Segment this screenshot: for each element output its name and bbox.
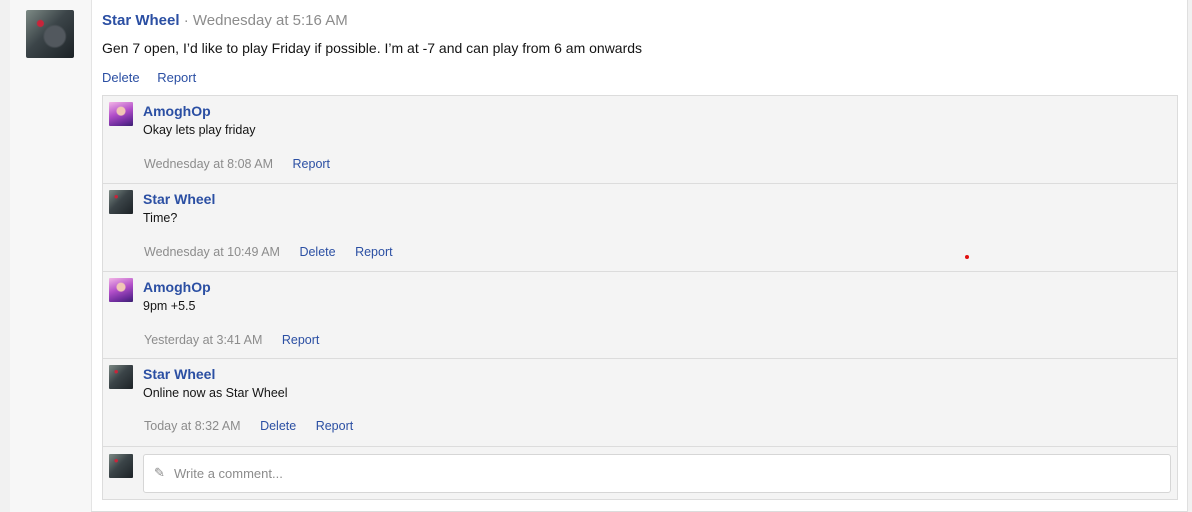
comment-item: Star Wheel Time? Wednesday at 10:49 AM D… <box>103 184 1177 272</box>
post-report-link[interactable]: Report <box>157 70 196 85</box>
comment-timestamp[interactable]: Wednesday at 8:08 AM <box>144 157 273 171</box>
avatar[interactable] <box>109 102 133 126</box>
comment-text: Okay lets play friday <box>143 123 256 137</box>
comment-input[interactable]: ✎ Write a comment... <box>143 454 1171 493</box>
avatar[interactable] <box>109 365 133 389</box>
post-timestamp[interactable]: Wednesday at 5:16 AM <box>193 12 348 29</box>
comment-text: Time? <box>143 211 178 225</box>
comment-meta: Today at 8:32 AM Delete Report <box>144 419 369 433</box>
comment-item: Star Wheel Online now as Star Wheel Toda… <box>103 359 1177 447</box>
right-scrollbar[interactable] <box>1187 0 1192 512</box>
comment-author-link[interactable]: Star Wheel <box>143 366 215 382</box>
post-author-avatar[interactable] <box>26 10 74 58</box>
comment-author-link[interactable]: AmoghOp <box>143 103 211 119</box>
comment-timestamp[interactable]: Yesterday at 3:41 AM <box>144 333 262 347</box>
post-avatar-column <box>10 0 92 512</box>
comment-report-link[interactable]: Report <box>355 245 393 259</box>
current-user-avatar <box>109 454 133 478</box>
post-author-link[interactable]: Star Wheel <box>102 12 180 29</box>
comment-delete-link[interactable]: Delete <box>299 245 335 259</box>
comment-item: AmoghOp 9pm +5.5 Yesterday at 3:41 AM Re… <box>103 272 1177 359</box>
comment-text: 9pm +5.5 <box>143 299 196 313</box>
comment-author-link[interactable]: Star Wheel <box>143 191 215 207</box>
comment-meta: Wednesday at 8:08 AM Report <box>144 157 346 171</box>
post-header: Star Wheel · Wednesday at 5:16 AM <box>102 12 348 29</box>
avatar[interactable] <box>109 278 133 302</box>
comment-author-link[interactable]: AmoghOp <box>143 279 211 295</box>
comment-item: AmoghOp Okay lets play friday Wednesday … <box>103 96 1177 184</box>
comment-timestamp[interactable]: Wednesday at 10:49 AM <box>144 245 280 259</box>
comment-text: Online now as Star Wheel <box>143 386 288 400</box>
comments-panel: AmoghOp Okay lets play friday Wednesday … <box>102 95 1178 500</box>
comment-meta: Wednesday at 10:49 AM Delete Report <box>144 245 409 259</box>
post-message: Gen 7 open, I’d like to play Friday if p… <box>102 40 643 56</box>
pencil-icon: ✎ <box>154 465 165 480</box>
post-delete-link[interactable]: Delete <box>102 70 140 85</box>
cursor-dot <box>965 255 969 259</box>
header-separator: · <box>183 12 189 29</box>
comment-meta: Yesterday at 3:41 AM Report <box>144 333 335 347</box>
post-actions: Delete Report <box>102 70 210 85</box>
comment-placeholder: Write a comment... <box>174 466 283 481</box>
comment-timestamp[interactable]: Today at 8:32 AM <box>144 419 241 433</box>
comment-delete-link[interactable]: Delete <box>260 419 296 433</box>
comment-report-link[interactable]: Report <box>282 333 320 347</box>
comment-report-link[interactable]: Report <box>316 419 354 433</box>
avatar[interactable] <box>109 190 133 214</box>
comment-report-link[interactable]: Report <box>293 157 331 171</box>
